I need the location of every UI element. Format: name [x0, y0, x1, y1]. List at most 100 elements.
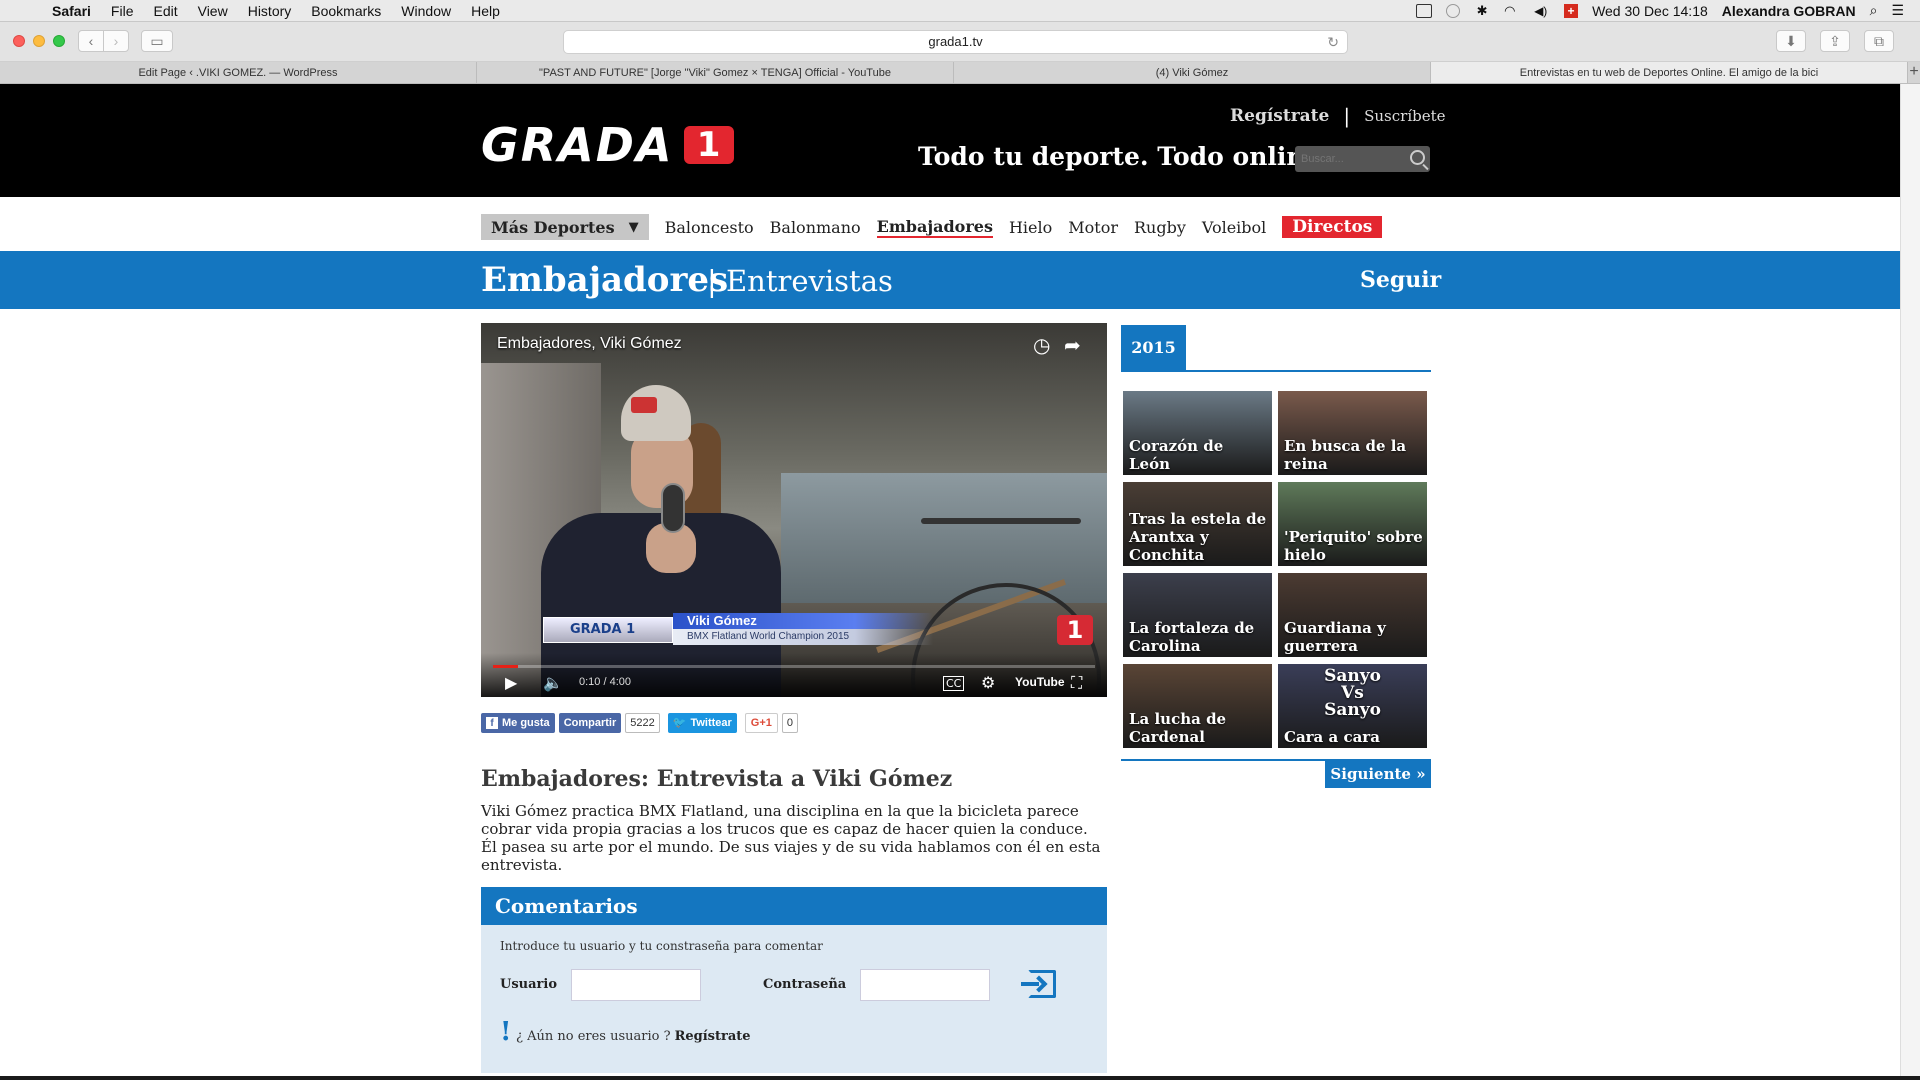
menu-bookmarks[interactable]: Bookmarks	[301, 3, 391, 19]
reload-icon[interactable]: ↻	[1327, 31, 1339, 53]
related-video-thumb[interactable]: En busca de la reina	[1278, 391, 1427, 475]
subscribe-link[interactable]: Suscríbete	[1364, 107, 1445, 125]
menubar-status-area: ✱ ◠ ◀) + Wed 30 Dec 14:18 Alexandra GOBR…	[1416, 2, 1920, 19]
menu-window[interactable]: Window	[391, 3, 461, 19]
back-button[interactable]: ‹	[78, 30, 104, 52]
tab-grada1-active[interactable]: Entrevistas en tu web de Deportes Online…	[1431, 62, 1908, 83]
follow-button[interactable]: Seguir	[1360, 267, 1441, 293]
facebook-share-button[interactable]: Compartir	[558, 713, 622, 733]
chevron-down-icon: ▼	[628, 219, 639, 235]
year-tab-2015[interactable]: 2015	[1121, 325, 1186, 370]
menu-help[interactable]: Help	[461, 3, 510, 19]
nav-item-motor[interactable]: Motor	[1068, 218, 1118, 237]
thumb-caption: La lucha de Cardenal	[1129, 710, 1227, 746]
tab-youtube[interactable]: "PAST AND FUTURE" [Jorge "Viki" Gomez × …	[477, 62, 954, 83]
thumb-caption: Cara a cara	[1284, 728, 1380, 746]
search-input[interactable]	[1295, 146, 1403, 172]
more-sports-dropdown[interactable]: Más Deportes ▼	[481, 214, 649, 240]
menu-app-safari[interactable]: Safari	[42, 3, 101, 19]
account-links: Regístrate | Suscríbete	[1230, 104, 1446, 128]
nav-item-hielo[interactable]: Hielo	[1009, 218, 1052, 237]
volume-icon[interactable]: 🔈	[543, 673, 563, 692]
sidebar-toggle-button[interactable]: ▭	[141, 30, 173, 52]
share-count: 5222	[625, 713, 660, 733]
macos-menubar: Safari File Edit View History Bookmarks …	[0, 0, 1920, 22]
downloads-button[interactable]: ⬇	[1776, 30, 1806, 52]
related-video-thumb[interactable]: La fortaleza de Carolina	[1123, 573, 1272, 657]
spotlight-icon[interactable]: ⌕	[1870, 2, 1878, 19]
menu-history[interactable]: History	[238, 3, 302, 19]
close-window-button[interactable]	[13, 35, 25, 47]
new-tab-button[interactable]: +	[1908, 62, 1920, 83]
page-scrollbar[interactable]	[1900, 84, 1920, 1076]
comments-register-link[interactable]: Regístrate	[675, 1029, 751, 1044]
address-bar[interactable]: grada1.tv ↻	[563, 30, 1348, 54]
video-progress-bar[interactable]	[493, 665, 1095, 668]
username-field[interactable]	[571, 969, 701, 1001]
download-icon: ⬇	[1785, 32, 1797, 49]
input-source-flag-icon[interactable]: +	[1564, 3, 1579, 18]
bike-handlebar	[921, 518, 1081, 524]
section-subtitle[interactable]: | Entrevistas	[707, 264, 893, 298]
gplus-button[interactable]: G+1	[744, 713, 778, 733]
captions-icon[interactable]: CC	[943, 676, 965, 691]
login-icon[interactable]	[1021, 970, 1056, 998]
gplus-count: 0	[781, 713, 799, 733]
fullscreen-icon[interactable]: ⛶	[1071, 673, 1082, 693]
related-video-thumb[interactable]: La lucha de Cardenal	[1123, 664, 1272, 748]
share-arrow-icon[interactable]: ➦	[1064, 333, 1081, 357]
video-title[interactable]: Embajadores, Viki Gómez	[497, 335, 682, 353]
tab-viki-gomez[interactable]: (4) Viki Gómez	[954, 62, 1431, 83]
video-time: 0:10 / 4:00	[579, 676, 631, 688]
menu-file[interactable]: File	[101, 3, 144, 19]
tabs-overview-button[interactable]: ⧉	[1864, 30, 1894, 52]
channel-badge: 1	[1057, 615, 1093, 645]
youtube-logo[interactable]: YouTube	[1015, 675, 1065, 689]
related-video-thumb[interactable]: Guardiana y guerrera	[1278, 573, 1427, 657]
settings-gear-icon[interactable]: ⚙	[981, 673, 995, 692]
tab-bar: Edit Page ‹ .VIKI GOMEZ. — WordPress "PA…	[0, 62, 1920, 84]
airplay-icon[interactable]	[1416, 3, 1433, 18]
watch-later-icon[interactable]: ◷	[1033, 333, 1050, 357]
site-tagline: Todo tu deporte. Todo online.	[918, 142, 1330, 171]
related-video-thumb[interactable]: 'Periquito' sobre hielo	[1278, 482, 1427, 566]
nav-item-rugby[interactable]: Rugby	[1134, 218, 1186, 237]
wifi-icon[interactable]: ◠	[1504, 3, 1520, 18]
bluetooth-icon[interactable]: ✱	[1474, 3, 1490, 18]
nav-item-directos[interactable]: Directos	[1282, 216, 1383, 238]
volume-icon[interactable]: ◀)	[1534, 4, 1550, 18]
lower-third-subtitle: BMX Flatland World Champion 2015	[673, 629, 933, 645]
menubar-clock[interactable]: Wed 30 Dec 14:18	[1592, 3, 1708, 19]
related-video-thumb[interactable]: Tras la estela de Arantxa y Conchita	[1123, 482, 1272, 566]
related-video-thumb[interactable]: Sanyo Vs Sanyo Cara a cara	[1278, 664, 1427, 748]
year-tab-rule	[1121, 370, 1431, 372]
video-progress-fill	[493, 665, 519, 668]
nav-item-balonmano[interactable]: Balonmano	[770, 218, 861, 237]
minimize-window-button[interactable]	[33, 35, 45, 47]
search-icon[interactable]	[1410, 150, 1425, 165]
related-video-thumb[interactable]: Corazón de León	[1123, 391, 1272, 475]
next-page-button[interactable]: Siguiente »	[1325, 760, 1431, 788]
menubar-user[interactable]: Alexandra GOBRAN	[1722, 3, 1856, 19]
password-field[interactable]	[860, 969, 990, 1001]
section-title[interactable]: Embajadores	[481, 260, 728, 300]
menu-view[interactable]: View	[188, 3, 238, 19]
forward-button[interactable]: ›	[103, 30, 129, 52]
grada1-logo[interactable]: GRADA 1	[481, 118, 734, 172]
video-player[interactable]: Embajadores, Viki Gómez ◷ ➦ GRADA 1 Viki…	[481, 323, 1107, 697]
tab-wordpress[interactable]: Edit Page ‹ .VIKI GOMEZ. — WordPress	[0, 62, 477, 83]
nav-item-embajadores[interactable]: Embajadores	[876, 217, 993, 238]
share-button[interactable]: ⇪	[1820, 30, 1850, 52]
nav-item-voleibol[interactable]: Voleibol	[1202, 218, 1266, 237]
time-machine-icon[interactable]	[1446, 3, 1461, 18]
site-header: GRADA 1 Regístrate | Suscríbete Todo tu …	[0, 84, 1900, 197]
register-link[interactable]: Regístrate	[1230, 106, 1329, 126]
play-icon[interactable]: ▶	[505, 673, 517, 692]
tweet-button[interactable]: 🐦 Twittear	[667, 713, 737, 733]
facebook-like-button[interactable]: f Me gusta	[481, 713, 555, 733]
notification-center-icon[interactable]: ☰	[1891, 2, 1904, 19]
nav-item-baloncesto[interactable]: Baloncesto	[665, 218, 754, 237]
fullscreen-window-button[interactable]	[53, 35, 65, 47]
thumb-caption: Tras la estela de Arantxa y Conchita	[1129, 510, 1267, 564]
menu-edit[interactable]: Edit	[143, 3, 187, 19]
